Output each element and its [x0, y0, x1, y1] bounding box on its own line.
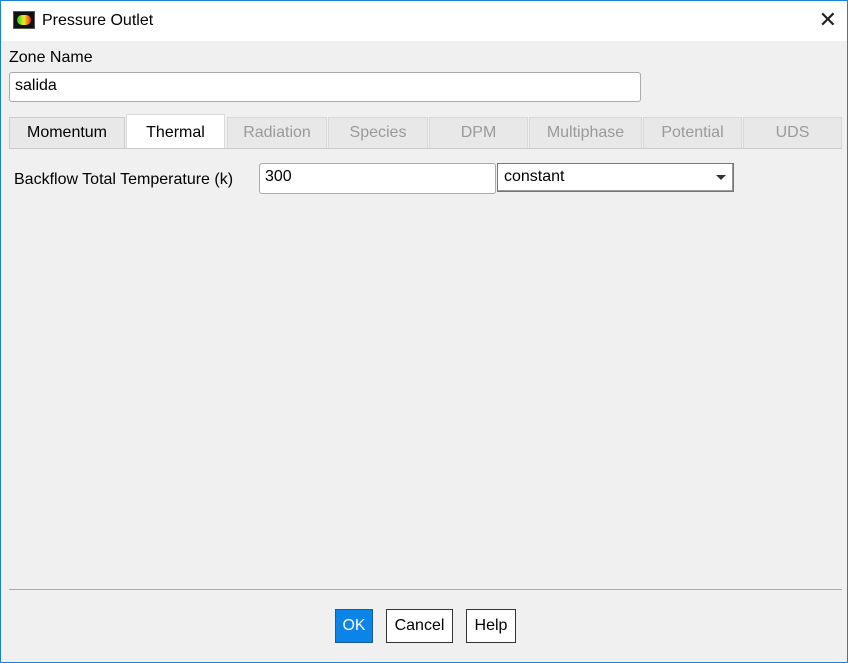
tab-momentum[interactable]: Momentum [9, 117, 125, 149]
app-icon [13, 11, 35, 29]
pressure-outlet-dialog: Pressure Outlet ✕ Zone Name salida Momen… [0, 0, 848, 663]
temperature-method-value: constant [504, 168, 565, 185]
zone-name-input[interactable]: salida [9, 72, 641, 102]
close-icon[interactable]: ✕ [819, 7, 837, 33]
tab-uds[interactable]: UDS [743, 117, 842, 149]
cancel-button[interactable]: Cancel [386, 609, 453, 643]
tab-bar: Momentum Thermal Radiation Species DPM M… [9, 114, 842, 149]
temperature-method-select[interactable]: constant [497, 163, 734, 192]
tab-dpm[interactable]: DPM [429, 117, 528, 149]
divider [9, 589, 842, 590]
zone-name-label: Zone Name [9, 49, 93, 66]
tab-radiation[interactable]: Radiation [227, 117, 327, 149]
tab-thermal[interactable]: Thermal [126, 114, 225, 149]
tab-potential[interactable]: Potential [643, 117, 742, 149]
backflow-temperature-input[interactable]: 300 [259, 163, 496, 194]
thermal-panel [9, 148, 842, 588]
tab-species[interactable]: Species [328, 117, 428, 149]
chevron-down-icon [716, 175, 726, 180]
title-bar: Pressure Outlet ✕ [1, 1, 847, 41]
backflow-temperature-label: Backflow Total Temperature (k) [14, 171, 234, 188]
help-button[interactable]: Help [466, 609, 516, 643]
window-title: Pressure Outlet [42, 12, 154, 29]
ok-button[interactable]: OK [335, 609, 373, 643]
tab-multiphase[interactable]: Multiphase [529, 117, 642, 149]
